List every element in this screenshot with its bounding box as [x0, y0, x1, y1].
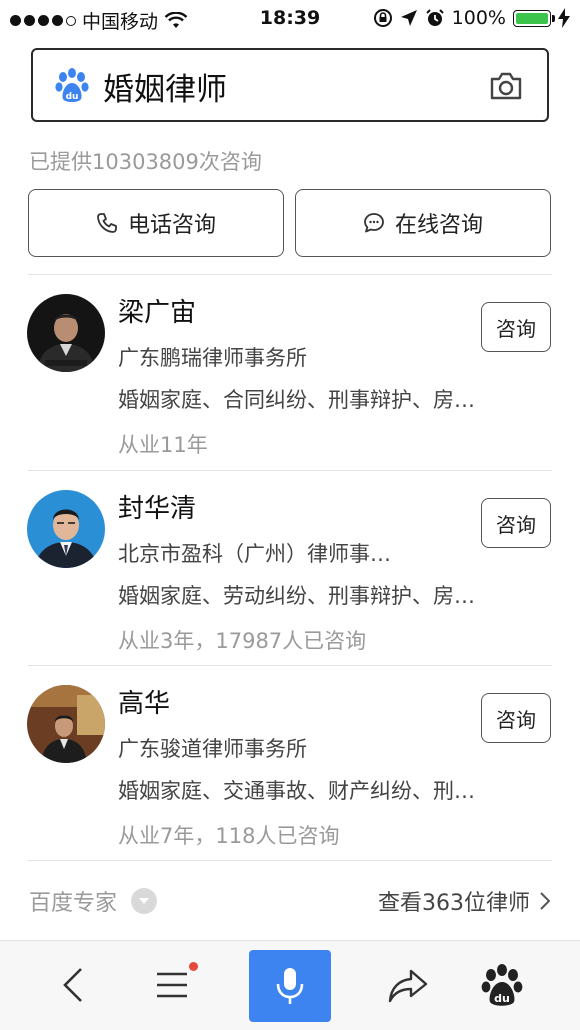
back-icon[interactable]: [53, 963, 97, 1007]
chat-bubble-icon: [364, 213, 384, 233]
lawyer-card[interactable]: 高华 广东骏道律师事务所 婚姻家庭、交通事故、财产纠纷、刑… 从业7年，118人…: [0, 665, 580, 861]
baidu-paw-logo-icon: du: [55, 68, 89, 102]
lawyer-experience: 从业3年，17987人已咨询: [118, 629, 367, 653]
notification-dot: [189, 962, 198, 971]
rotation-lock-icon: [373, 9, 392, 27]
lawyer-name: 高华: [118, 689, 171, 719]
lawyer-experience: 从业11年: [118, 433, 208, 457]
share-icon[interactable]: [386, 963, 430, 1007]
lawyer-avatar: [27, 294, 105, 372]
bottom-toolbar: du: [0, 940, 580, 1030]
camera-icon[interactable]: [489, 71, 523, 101]
microphone-icon: [276, 968, 304, 1004]
lawyer-experience: 从业7年，118人已咨询: [118, 824, 340, 848]
lawyer-firm: 北京市盈科（广州）律师事…: [118, 542, 391, 566]
phone-consult-label: 电话咨询: [127, 213, 216, 238]
source-label: 百度专家: [29, 891, 118, 916]
location-arrow-icon: [400, 10, 417, 26]
voice-search-button[interactable]: [249, 950, 331, 1022]
lawyer-specialties: 婚姻家庭、合同纠纷、刑事辩护、房…: [118, 388, 475, 412]
lawyer-specialties: 婚姻家庭、劳动纠纷、刑事辩护、房…: [118, 584, 475, 608]
battery-percent: 100%: [451, 7, 506, 29]
view-all-lawyers-link[interactable]: 查看363位律师: [378, 885, 550, 917]
view-all-label: 查看363位律师: [378, 891, 530, 916]
svg-text:du: du: [494, 992, 510, 1005]
status-right: 100%: [373, 7, 570, 29]
alarm-icon: [425, 9, 444, 26]
lawyer-avatar: [27, 685, 105, 763]
dropdown-icon[interactable]: [131, 888, 158, 914]
consult-button[interactable]: 咨询: [481, 498, 551, 548]
search-box[interactable]: du 婚姻律师: [31, 48, 549, 122]
battery-icon: [513, 9, 555, 27]
lawyer-card[interactable]: 梁广宙 广东鹏瑞律师事务所 婚姻家庭、合同纠纷、刑事辩护、房… 从业11年 咨询: [0, 274, 580, 470]
lawyer-name: 封华清: [118, 494, 197, 524]
source-label-row[interactable]: 百度专家: [29, 885, 158, 917]
menu-icon[interactable]: [150, 963, 194, 1007]
search-query[interactable]: 婚姻律师: [103, 64, 227, 109]
online-consult-button[interactable]: 在线咨询: [295, 189, 551, 257]
online-consult-label: 在线咨询: [394, 213, 483, 238]
divider: [28, 860, 552, 861]
consult-button[interactable]: 咨询: [481, 693, 551, 743]
lawyer-firm: 广东鹏瑞律师事务所: [118, 346, 307, 370]
baidu-paw-icon[interactable]: du: [480, 963, 524, 1007]
charging-bolt-icon: [558, 8, 570, 28]
phone-consult-button[interactable]: 电话咨询: [28, 189, 284, 257]
consultation-count-text: 已提供10303809次咨询: [29, 150, 262, 174]
lawyer-firm: 广东骏道律师事务所: [118, 737, 307, 761]
chevron-right-icon: [540, 892, 550, 910]
consult-button[interactable]: 咨询: [481, 302, 551, 352]
lawyer-name: 梁广宙: [118, 298, 197, 328]
phone-icon: [97, 213, 117, 233]
status-bar: 中国移动 18:39 100%: [0, 0, 580, 38]
svg-text:du: du: [66, 92, 79, 102]
lawyer-card[interactable]: 封华清 北京市盈科（广州）律师事… 婚姻家庭、劳动纠纷、刑事辩护、房… 从业3年…: [0, 470, 580, 666]
lawyer-specialties: 婚姻家庭、交通事故、财产纠纷、刑…: [118, 779, 475, 803]
lawyer-avatar: [27, 490, 105, 568]
